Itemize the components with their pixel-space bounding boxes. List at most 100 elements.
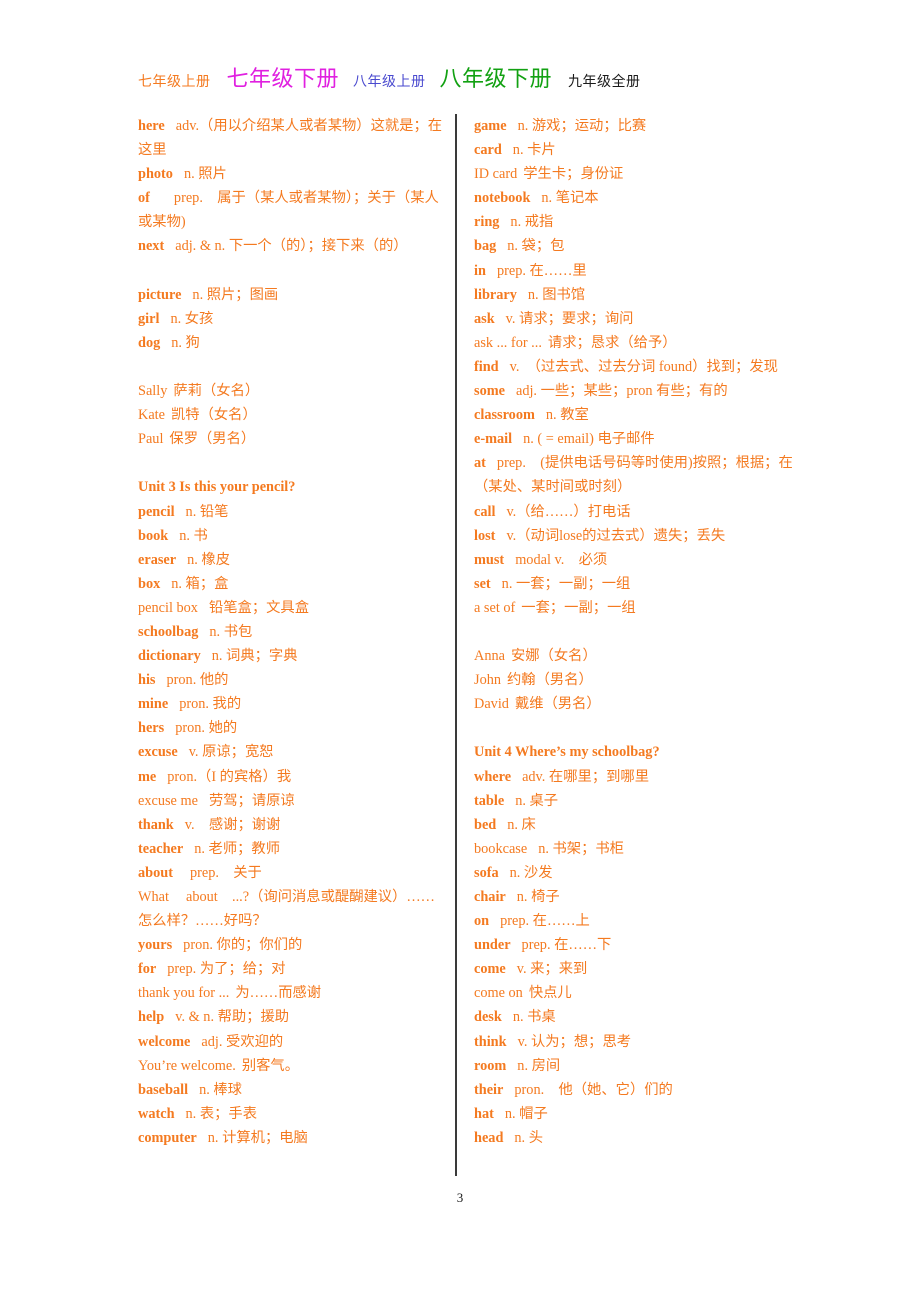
entry-headword: ring [474, 214, 500, 231]
entry-headword: head [474, 1129, 504, 1146]
entry-definition: v. 感谢；谢谢 [184, 816, 281, 833]
vocabulary-entry: of prep. 属于（某人或者某物）；关于（某人或某物) [138, 186, 448, 234]
entry-headword: chair [474, 889, 506, 905]
vocabulary-entry: dog n. 狗 [138, 331, 448, 355]
entry-headword: here [138, 118, 165, 134]
vocabulary-columns: here adv.（用以介绍某人或者某物）这就是；在这里 photo n. 照片 of p… [0, 114, 920, 1179]
vocabulary-entry: think v. 认为；想；思考 [474, 1030, 804, 1054]
vocabulary-entry: book n. 书 [138, 524, 448, 548]
entry-headword: hers [138, 720, 165, 737]
entry-headword: baseball [138, 1081, 189, 1098]
vocabulary-entry: Anna 安娜（女名） [474, 644, 804, 668]
entry-headword: Sally [138, 383, 168, 400]
entry-definition: n. 沙发 [509, 864, 553, 881]
vocabulary-entry: head n. 头 [474, 1126, 804, 1150]
vocabulary-entry: chair n. 椅子 [474, 885, 804, 909]
entry-definition: n. 书桌 [512, 1009, 556, 1026]
entry-headword: picture [138, 286, 182, 303]
entry-headword: mine [138, 696, 169, 713]
entry-headword: a set of [474, 599, 516, 616]
entry-definition: adj. 受欢迎的 [201, 1033, 284, 1050]
entry-headword: book [138, 527, 169, 544]
vocabulary-entry: some adj. 一些；某些；pron 有些；有的 [474, 379, 804, 403]
entry-headword: thank [138, 816, 174, 833]
vocabulary-entry: What about ...?（询问消息或醍醐建议）…… [138, 885, 448, 909]
vocabulary-entry: ring n. 戒指 [474, 210, 804, 234]
entry-definition: 别客气。 [241, 1057, 299, 1074]
entry-definition: n. 卡片 [512, 142, 556, 159]
grade-tab-3[interactable]: 八年级上册 [353, 76, 426, 90]
entry-definition: 劳驾；请原谅 [208, 792, 295, 809]
vocabulary-entry: hat n. 帽子 [474, 1102, 804, 1126]
vocabulary-entry: game n. 游戏；运动；比赛 [474, 114, 804, 138]
vocabulary-entry: eraser n. 橡皮 [138, 548, 448, 572]
entry-headword: excuse me [138, 792, 198, 809]
entry-headword: next [138, 238, 165, 255]
entry-definition: n. 铅笔 [185, 503, 229, 520]
entry-headword: girl [138, 310, 160, 327]
vocabulary-entry: thank you for ... 为……而感谢 [138, 981, 448, 1005]
entry-headword: David [474, 696, 509, 713]
vocabulary-entry: library n. 图书馆 [474, 283, 804, 307]
vocabulary-entry: ask v. 请求；要求；询问 [474, 307, 804, 331]
entry-definition: 一套；一副；一组 [521, 599, 636, 616]
vocabulary-entry: here adv.（用以介绍某人或者某物）这就是；在这里 [138, 114, 448, 162]
entry-definition: v. 原谅；宽恕 [188, 744, 274, 761]
entry-headword: in [474, 262, 486, 279]
entry-headword: his [138, 672, 156, 689]
entry-headword: pencil box [138, 599, 198, 616]
entry-definition: n. 帽子 [504, 1105, 548, 1122]
vocabulary-entry: dictionary n. 词典；字典 [138, 644, 448, 668]
entry-definition: n. 书 [179, 527, 208, 544]
vocabulary-entry: sofa n. 沙发 [474, 861, 804, 885]
entry-definition: n. 一套；一副；一组 [501, 575, 631, 592]
entry-definition: v. 认为；想；思考 [517, 1033, 632, 1050]
entry-headword: Paul [138, 431, 164, 448]
vocabulary-entry: ID card 学生卡；身份证 [474, 162, 804, 186]
entry-definition: prep. 关于 [189, 864, 262, 881]
entry-headword: You’re welcome. [138, 1057, 236, 1074]
page-canvas: 七年级上册 七年级下册 八年级上册 八年级下册 九年级全册 here adv.（用以介绍某… [0, 0, 920, 1302]
entry-definition: v. & n. 帮助；援助 [175, 1009, 290, 1026]
vocabulary-entry: bookcase n. 书架；书柜 [474, 837, 804, 861]
entry-headword: photo [138, 166, 173, 183]
entry-headword: set [474, 575, 491, 592]
entry-headword: watch [138, 1105, 175, 1122]
vocabulary-entry: bag n. 袋；包 [474, 234, 804, 258]
entry-headword: schoolbag [138, 623, 199, 640]
entry-headword: John [474, 672, 502, 689]
entry-definition: 保罗（男名） [169, 431, 256, 448]
vocabulary-entry: table n. 桌子 [474, 789, 804, 813]
entry-headword: their [474, 1081, 504, 1098]
vocabulary-entry: computer n. 计算机；电脑 [138, 1126, 448, 1150]
vocabulary-entry: e-mail n. ( = email) 电子邮件 [474, 427, 804, 451]
entry-headword: card [474, 142, 502, 159]
entry-definition: n. ( = email) 电子邮件 [523, 431, 655, 448]
vocabulary-entry: on prep. 在……上 [474, 909, 804, 933]
entry-definition: n. 照片；图画 [192, 286, 279, 303]
entry-definition: n. 戒指 [510, 214, 554, 231]
entry-definition: v.（动词lose的过去式）遗失；丢失 [506, 527, 726, 544]
vocabulary-entry: excuse v. 原谅；宽恕 [138, 740, 448, 764]
entry-headword: under [474, 937, 511, 954]
vocabulary-entry: for prep. 为了；给；对 [138, 957, 448, 981]
entry-headword: on [474, 913, 490, 930]
entry-headword: of [138, 190, 150, 207]
entry-headword: dog [138, 334, 161, 351]
entry-spacer [138, 355, 448, 379]
vocabulary-entry: his pron. 他的 [138, 668, 448, 692]
grade-tab-2[interactable]: 七年级下册 [227, 68, 340, 90]
vocabulary-entry: photo n. 照片 [138, 162, 448, 186]
entry-definition: pron. 他的 [166, 672, 229, 689]
entry-spacer [138, 259, 448, 283]
vocabulary-entry: a set of 一套；一副；一组 [474, 596, 804, 620]
vocabulary-entry: at prep. (提供电话号码等时使用)按照；根据；在（某处、某时间或时刻） [474, 451, 804, 499]
entry-definition: pron. 你的；你们的 [183, 937, 303, 954]
vocabulary-entry: come v. 来；来到 [474, 957, 804, 981]
grade-tab-1[interactable]: 七年级上册 [138, 76, 211, 90]
grade-tab-5[interactable]: 九年级全册 [568, 76, 641, 90]
vocabulary-entry: bed n. 床 [474, 813, 804, 837]
entry-definition: 戴维（男名） [514, 696, 601, 713]
entry-definition: 安娜（女名） [510, 648, 597, 665]
grade-tab-4[interactable]: 八年级下册 [440, 68, 553, 90]
